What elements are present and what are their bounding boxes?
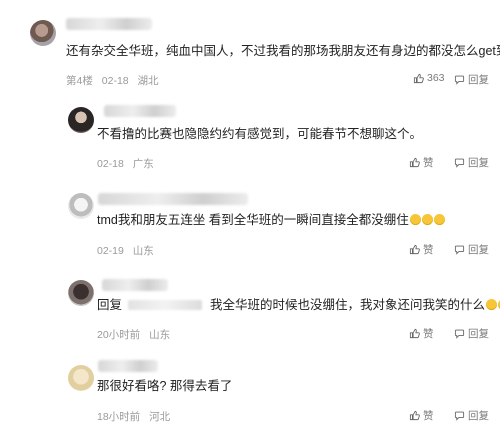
- reply-date: 02-19: [97, 245, 124, 257]
- speech-bubble-icon: [454, 411, 465, 421]
- grinning-face-emoji: [486, 299, 498, 310]
- comment-date: 02-18: [101, 75, 129, 87]
- username-blurred[interactable]: [98, 193, 248, 205]
- avatar[interactable]: [30, 20, 56, 46]
- reply-text-content: 我全华班的时候也没绷住，我对象还问我笑的什么: [210, 298, 486, 312]
- reply-label: 回复: [468, 74, 489, 86]
- thumbs-up-icon: [409, 244, 420, 255]
- reply-meta: 20小时前 山东: [97, 327, 176, 342]
- comment-text: 还有杂交全华班，纯血中国人，不过我看的那场我朋友还有身边的都没怎么get到: [66, 43, 500, 59]
- username-blurred[interactable]: [104, 105, 176, 117]
- reply-meta: 02-19 山东: [97, 243, 160, 258]
- reply-button[interactable]: 回复: [454, 72, 489, 87]
- speech-bubble-icon: [454, 245, 465, 255]
- comment-location: 湖北: [137, 75, 159, 87]
- like-button[interactable]: 363: [413, 72, 445, 84]
- reply-button[interactable]: 回复: [454, 155, 489, 170]
- username-blurred[interactable]: [102, 279, 168, 291]
- avatar[interactable]: [68, 193, 94, 219]
- like-button[interactable]: 赞: [409, 155, 434, 170]
- username-blurred[interactable]: [98, 360, 158, 372]
- grinning-face-emoji: [433, 214, 445, 225]
- thumbs-up-icon: [409, 410, 420, 421]
- like-label: 赞: [423, 244, 434, 256]
- like-label: 赞: [423, 157, 434, 169]
- reply-date: 20小时前: [97, 329, 141, 341]
- reply-location: 广东: [132, 158, 154, 170]
- reply-label: 回复: [468, 157, 489, 169]
- thumbs-up-icon: [413, 73, 424, 83]
- thumbs-up-icon: [409, 157, 420, 168]
- like-button[interactable]: 赞: [409, 242, 434, 257]
- username-blurred[interactable]: [66, 18, 152, 30]
- mentioned-user-blurred[interactable]: [128, 300, 203, 310]
- reply-text: tmd我和朋友五连坐 看到全华班的一瞬间直接全都没绷住: [97, 212, 445, 228]
- reply-button[interactable]: 回复: [454, 242, 489, 257]
- reply-text: 那很好看咯? 那得去看了: [97, 379, 233, 393]
- reply-meta: 02-18 广东: [97, 156, 160, 171]
- reply-button[interactable]: 回复: [454, 408, 489, 423]
- grinning-face-emoji: [409, 214, 421, 225]
- reply-date: 18小时前: [97, 411, 141, 423]
- reply-text-content: tmd我和朋友五连坐 看到全华班的一瞬间直接全都没绷住: [97, 213, 409, 227]
- reply-location: 河北: [149, 411, 171, 423]
- thumbs-up-icon: [409, 328, 420, 339]
- reply-meta: 18小时前 河北: [97, 409, 176, 424]
- comment-thread: 还有杂交全华班，纯血中国人，不过我看的那场我朋友还有身边的都没怎么get到 第4…: [0, 0, 500, 440]
- reply-prefix: 回复: [97, 298, 123, 312]
- reply-location: 山东: [149, 329, 171, 341]
- reply-label: 回复: [468, 244, 489, 256]
- comment-text-content: 还有杂交全华班，纯血中国人，不过我看的那场我朋友还有身边的都没怎么get到: [66, 44, 500, 58]
- like-button[interactable]: 赞: [409, 326, 434, 341]
- speech-bubble-icon: [454, 75, 465, 85]
- like-label: 赞: [423, 328, 434, 340]
- avatar[interactable]: [68, 365, 94, 391]
- reply-label: 回复: [468, 410, 489, 422]
- reply-text: 不看撸的比赛也隐隐约约有感觉到，可能春节不想聊这个。: [97, 127, 423, 141]
- reply-text: 回复 我全华班的时候也没绷住，我对象还问我笑的什么: [97, 297, 500, 313]
- comment-meta: 第4楼 02-18 湖北: [66, 73, 165, 88]
- reply-date: 02-18: [97, 158, 124, 170]
- reply-label: 回复: [468, 328, 489, 340]
- speech-bubble-icon: [454, 329, 465, 339]
- reply-location: 山东: [132, 245, 154, 257]
- speech-bubble-icon: [454, 158, 465, 168]
- like-label: 赞: [423, 410, 434, 422]
- reply-button[interactable]: 回复: [454, 326, 489, 341]
- avatar[interactable]: [68, 107, 94, 133]
- avatar[interactable]: [68, 280, 94, 306]
- like-count: 363: [427, 72, 445, 84]
- floor-number: 第4楼: [66, 75, 93, 87]
- like-button[interactable]: 赞: [409, 408, 434, 423]
- grinning-face-emoji: [421, 214, 433, 225]
